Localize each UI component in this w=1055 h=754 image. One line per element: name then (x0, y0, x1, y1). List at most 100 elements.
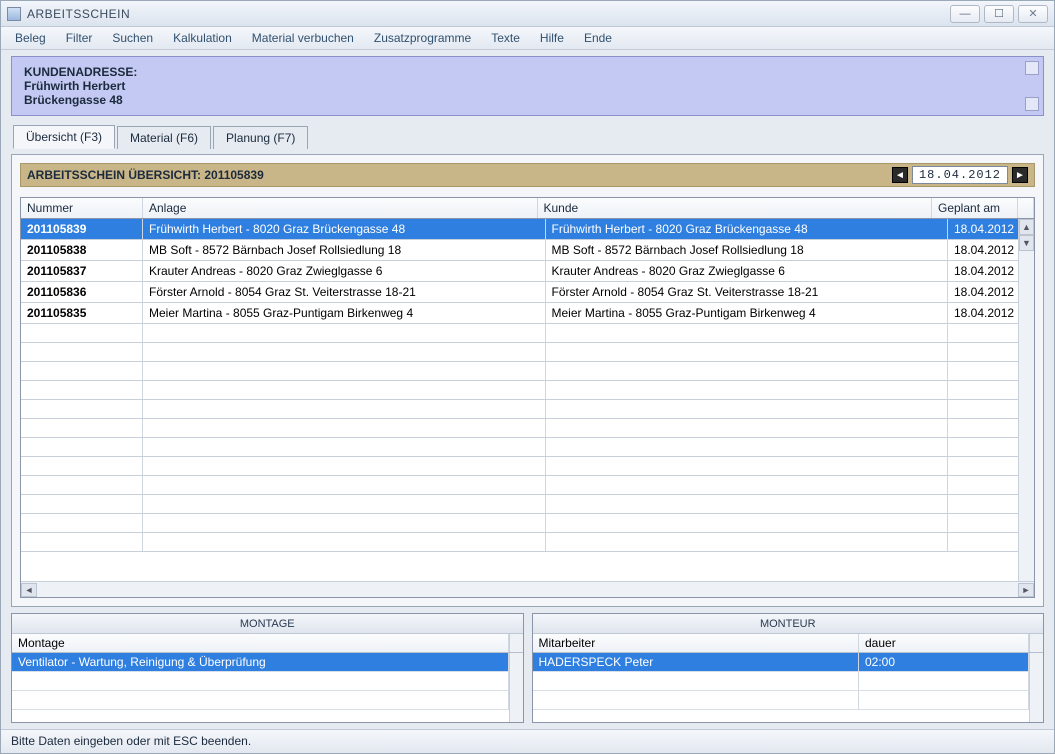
scroll-right-icon[interactable]: ► (1018, 583, 1034, 597)
overview-date[interactable]: 18.04.2012 (912, 166, 1008, 184)
scroll-down-icon[interactable]: ▼ (1019, 235, 1034, 251)
cell-kunde: MB Soft - 8572 Bärnbach Josef Rollsiedlu… (546, 240, 949, 260)
tab-planung[interactable]: Planung (F7) (213, 126, 308, 149)
table-row-empty[interactable] (21, 400, 1034, 419)
table-row-empty[interactable] (21, 457, 1034, 476)
cell-anlage: MB Soft - 8572 Bärnbach Josef Rollsiedlu… (143, 240, 546, 260)
app-window: ARBEITSSCHEIN — ☐ ✕ Beleg Filter Suchen … (0, 0, 1055, 754)
montage-caption: MONTAGE (12, 614, 523, 634)
scroll-left-icon[interactable]: ◄ (21, 583, 37, 597)
cell-anlage: Meier Martina - 8055 Graz-Puntigam Birke… (143, 303, 546, 323)
tab-uebersicht[interactable]: Übersicht (F3) (13, 125, 115, 149)
title-bar: ARBEITSSCHEIN — ☐ ✕ (1, 1, 1054, 27)
montage-row-empty[interactable] (12, 672, 509, 691)
table-row[interactable]: 201105837Krauter Andreas - 8020 Graz Zwi… (21, 261, 1034, 282)
grid-hscrollbar[interactable]: ◄ ► (21, 581, 1034, 597)
menu-zusatzprogramme[interactable]: Zusatzprogramme (366, 29, 479, 47)
menu-hilfe[interactable]: Hilfe (532, 29, 572, 47)
monteur-scrollbar[interactable] (1029, 653, 1043, 722)
cell-anlage: Förster Arnold - 8054 Graz St. Veiterstr… (143, 282, 546, 302)
table-row-empty[interactable] (21, 362, 1034, 381)
maximize-button[interactable]: ☐ (984, 5, 1014, 23)
montage-panel: MONTAGE Montage Ventilator - Wartung, Re… (11, 613, 524, 723)
grid-body: 201105839Frühwirth Herbert - 8020 Graz B… (21, 219, 1034, 581)
close-button[interactable]: ✕ (1018, 5, 1048, 23)
table-row[interactable]: 201105838MB Soft - 8572 Bärnbach Josef R… (21, 240, 1034, 261)
montage-scrollbar[interactable] (509, 653, 523, 722)
scroll-up-icon[interactable] (1025, 61, 1039, 75)
date-next-button[interactable]: ► (1012, 167, 1028, 183)
overview-panel: ARBEITSSCHEIN ÜBERSICHT: 201105839 ◄ 18.… (11, 154, 1044, 607)
col-anlage[interactable]: Anlage (143, 198, 538, 218)
table-row[interactable]: 201105836Förster Arnold - 8054 Graz St. … (21, 282, 1034, 303)
date-prev-button[interactable]: ◄ (892, 167, 908, 183)
scroll-down-icon[interactable] (1025, 97, 1039, 111)
overview-grid: Nummer Anlage Kunde Geplant am 201105839… (20, 197, 1035, 598)
customer-address-panel: KUNDENADRESSE: Frühwirth Herbert Brücken… (11, 56, 1044, 116)
menu-suchen[interactable]: Suchen (104, 29, 161, 47)
menu-filter[interactable]: Filter (58, 29, 101, 47)
monteur-cell-dauer: 02:00 (859, 653, 1029, 671)
grid-vscrollbar[interactable]: ▲ ▼ (1018, 219, 1034, 581)
col-geplant[interactable]: Geplant am (932, 198, 1018, 218)
address-scrollbar[interactable] (1025, 61, 1039, 111)
status-text: Bitte Daten eingeben oder mit ESC beende… (11, 734, 251, 748)
table-row-empty[interactable] (21, 514, 1034, 533)
col-nummer[interactable]: Nummer (21, 198, 143, 218)
bottom-panels: MONTAGE Montage Ventilator - Wartung, Re… (11, 613, 1044, 723)
cell-kunde: Frühwirth Herbert - 8020 Graz Brückengas… (546, 219, 949, 239)
col-kunde[interactable]: Kunde (538, 198, 933, 218)
menu-kalkulation[interactable]: Kalkulation (165, 29, 240, 47)
window-title: ARBEITSSCHEIN (27, 7, 130, 21)
table-row-empty[interactable] (21, 343, 1034, 362)
table-row-empty[interactable] (21, 324, 1034, 343)
app-icon (7, 7, 21, 21)
montage-row-empty[interactable] (12, 691, 509, 710)
col-scroll-spacer (1018, 198, 1034, 218)
grid-header: Nummer Anlage Kunde Geplant am (21, 198, 1034, 219)
cell-kunde: Förster Arnold - 8054 Graz St. Veiterstr… (546, 282, 949, 302)
cell-nummer: 201105837 (21, 261, 143, 281)
table-row[interactable]: 201105835Meier Martina - 8055 Graz-Punti… (21, 303, 1034, 324)
monteur-header-dauer[interactable]: dauer (859, 634, 1029, 652)
monteur-cell-mitarbeiter: HADERSPECK Peter (533, 653, 860, 671)
table-row-empty[interactable] (21, 495, 1034, 514)
monteur-panel: MONTEUR Mitarbeiter dauer HADERSPECK Pet… (532, 613, 1045, 723)
monteur-row[interactable]: HADERSPECK Peter02:00 (533, 653, 1030, 672)
montage-header[interactable]: Montage (12, 634, 509, 652)
cell-kunde: Meier Martina - 8055 Graz-Puntigam Birke… (546, 303, 949, 323)
table-row-empty[interactable] (21, 419, 1034, 438)
address-heading: KUNDENADRESSE: (24, 65, 1031, 79)
cell-nummer: 201105839 (21, 219, 143, 239)
status-bar: Bitte Daten eingeben oder mit ESC beende… (1, 729, 1054, 753)
cell-nummer: 201105838 (21, 240, 143, 260)
minimize-button[interactable]: — (950, 5, 980, 23)
cell-anlage: Frühwirth Herbert - 8020 Graz Brückengas… (143, 219, 546, 239)
content-area: KUNDENADRESSE: Frühwirth Herbert Brücken… (1, 50, 1054, 729)
table-row-empty[interactable] (21, 533, 1034, 552)
table-row-empty[interactable] (21, 476, 1034, 495)
cell-kunde: Krauter Andreas - 8020 Graz Zwieglgasse … (546, 261, 949, 281)
menu-material-verbuchen[interactable]: Material verbuchen (244, 29, 362, 47)
menu-texte[interactable]: Texte (483, 29, 528, 47)
overview-header: ARBEITSSCHEIN ÜBERSICHT: 201105839 ◄ 18.… (20, 163, 1035, 187)
montage-row[interactable]: Ventilator - Wartung, Reinigung & Überpr… (12, 653, 509, 672)
monteur-header-mitarbeiter[interactable]: Mitarbeiter (533, 634, 860, 652)
montage-cell: Ventilator - Wartung, Reinigung & Überpr… (12, 653, 509, 671)
cell-anlage: Krauter Andreas - 8020 Graz Zwieglgasse … (143, 261, 546, 281)
tab-strip: Übersicht (F3) Material (F6) Planung (F7… (11, 122, 1044, 148)
scroll-up-icon[interactable]: ▲ (1019, 219, 1034, 235)
monteur-row-empty[interactable] (533, 672, 1030, 691)
menu-beleg[interactable]: Beleg (7, 29, 54, 47)
overview-title: ARBEITSSCHEIN ÜBERSICHT: 201105839 (27, 168, 264, 182)
monteur-caption: MONTEUR (533, 614, 1044, 634)
cell-nummer: 201105836 (21, 282, 143, 302)
menu-ende[interactable]: Ende (576, 29, 620, 47)
menu-bar: Beleg Filter Suchen Kalkulation Material… (1, 27, 1054, 50)
table-row[interactable]: 201105839Frühwirth Herbert - 8020 Graz B… (21, 219, 1034, 240)
monteur-row-empty[interactable] (533, 691, 1030, 710)
cell-nummer: 201105835 (21, 303, 143, 323)
table-row-empty[interactable] (21, 438, 1034, 457)
table-row-empty[interactable] (21, 381, 1034, 400)
tab-material[interactable]: Material (F6) (117, 126, 211, 149)
